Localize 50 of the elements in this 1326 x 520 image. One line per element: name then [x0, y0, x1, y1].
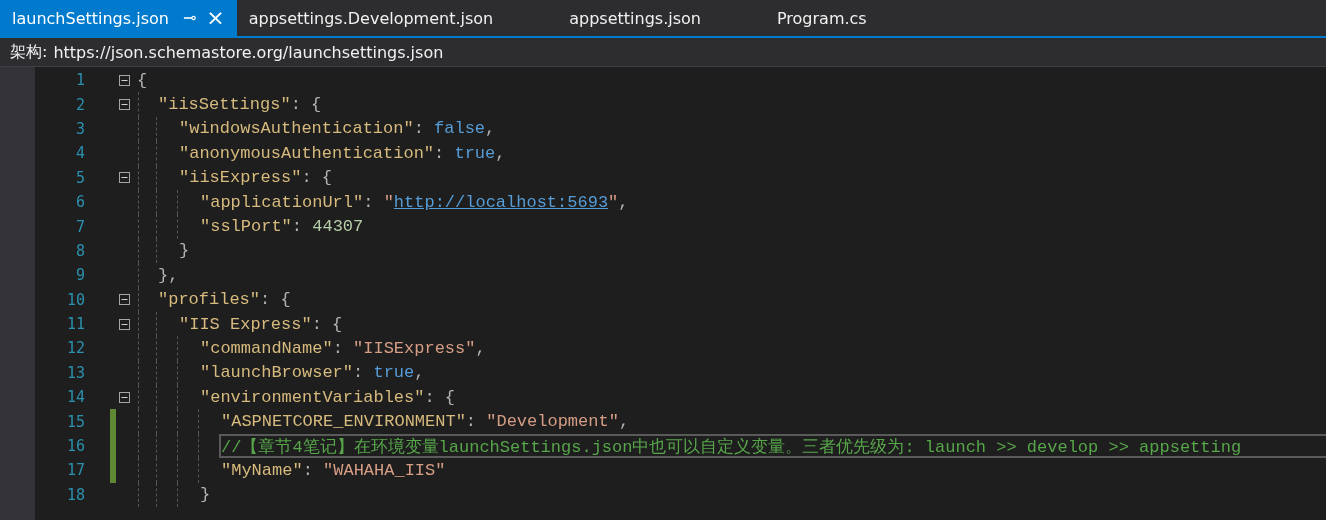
- line-number: 17: [65, 461, 85, 480]
- collapse-toggle-icon[interactable]: [119, 172, 130, 184]
- file-tab[interactable]: Program.cs: [764, 0, 931, 36]
- code-line: "windowsAuthentication": false,: [178, 118, 497, 141]
- code-line: }: [199, 484, 212, 507]
- code-line: },: [157, 264, 180, 287]
- line-number: 11: [65, 315, 85, 334]
- line-number: 2: [74, 95, 85, 114]
- code-line: "ASPNETCORE_ENVIRONMENT": "Development",: [220, 411, 631, 434]
- code-line: }: [178, 240, 191, 263]
- line-number: 8: [74, 241, 85, 260]
- line-number: 15: [65, 412, 85, 431]
- close-icon[interactable]: ×: [206, 7, 225, 29]
- code-line: {: [136, 69, 149, 92]
- line-number: 6: [74, 193, 85, 212]
- code-line: //【章节4笔记】在环境变量launchSettings.json中也可以自定义变量。三者优先级为: launch >> develop >> appsetting: [219, 433, 1326, 459]
- code-line: "iisSettings": {: [157, 94, 323, 117]
- code-line: "anonymousAuthentication": true,: [178, 142, 507, 165]
- schema-label: 架构:: [10, 41, 48, 63]
- code-line: "applicationUrl": "http://localhost:5693",: [199, 191, 630, 214]
- file-tab[interactable]: appsettings.Development.json: [236, 0, 558, 36]
- line-number: 4: [74, 144, 85, 163]
- schema-url: https://json.schemastore.org/launchsettings.json: [53, 42, 444, 62]
- pin-icon[interactable]: ⊸: [182, 10, 197, 26]
- line-number: 7: [74, 217, 85, 236]
- collapse-toggle-icon[interactable]: [119, 74, 130, 86]
- collapse-toggle-icon[interactable]: [119, 99, 130, 111]
- collapse-toggle-icon[interactable]: [119, 294, 130, 306]
- line-number: 14: [65, 388, 85, 407]
- line-number: 10: [65, 290, 85, 309]
- line-number: 3: [74, 119, 85, 138]
- collapse-toggle-icon[interactable]: [119, 391, 130, 403]
- line-number: 16: [65, 437, 85, 456]
- file-tab[interactable]: appsettings.json: [557, 0, 765, 36]
- code-line: "commandName": "IISExpress",: [199, 338, 487, 360]
- line-number: 12: [65, 339, 85, 358]
- code-line: "environmentVariables": {: [199, 386, 457, 409]
- collapse-toggle-icon[interactable]: [119, 318, 130, 330]
- file-tab[interactable]: launchSettings.json ⊸ ×: [0, 0, 237, 36]
- line-number: 13: [65, 363, 85, 382]
- line-number: 9: [74, 266, 85, 285]
- code-line: "IIS Express": {: [178, 313, 344, 336]
- line-number: 1: [74, 71, 85, 90]
- line-number: 18: [65, 485, 85, 504]
- line-number: 5: [74, 168, 85, 187]
- code-line: "sslPort": 44307: [199, 216, 365, 239]
- code-line: "MyName": "WAHAHA_IIS": [220, 459, 447, 482]
- code-line: "launchBrowser": true,: [199, 362, 426, 385]
- code-line: "profiles": {: [157, 289, 292, 312]
- code-line: "iisExpress": {: [178, 167, 334, 190]
